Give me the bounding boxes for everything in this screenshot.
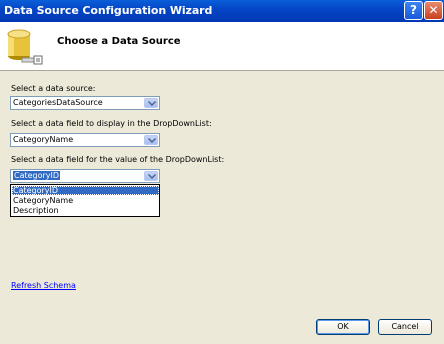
- chevron-down-icon[interactable]: [144, 98, 158, 108]
- value-field-value: CategoryID: [13, 171, 61, 180]
- database-icon: [7, 29, 43, 65]
- dropdown-option[interactable]: Description: [12, 206, 159, 215]
- datasource-label: Select a data source:: [11, 84, 96, 93]
- refresh-schema-link[interactable]: Refresh Schema: [11, 281, 76, 290]
- dropdown-option[interactable]: CategoryID: [12, 186, 159, 195]
- chevron-down-icon[interactable]: [144, 171, 158, 181]
- dropdown-option[interactable]: CategoryName: [12, 196, 159, 205]
- display-field-label: Select a data field to display in the Dr…: [11, 119, 212, 128]
- title-bar: Data Source Configuration Wizard ? ✕: [0, 0, 444, 22]
- wizard-header: Choose a Data Source: [0, 22, 444, 71]
- datasource-value: CategoriesDataSource: [13, 98, 103, 107]
- value-field-select[interactable]: CategoryID: [10, 169, 160, 183]
- cancel-button[interactable]: Cancel: [378, 319, 432, 335]
- help-button[interactable]: ?: [404, 1, 423, 20]
- display-field-value: CategoryName: [13, 135, 74, 144]
- page-heading: Choose a Data Source: [57, 36, 181, 47]
- value-field-dropdown-list: CategoryID CategoryName Description: [10, 184, 160, 217]
- ok-button[interactable]: OK: [316, 319, 370, 335]
- chevron-down-icon[interactable]: [144, 135, 158, 145]
- wizard-body: Select a data source: CategoriesDataSour…: [0, 71, 444, 344]
- window-title: Data Source Configuration Wizard: [4, 4, 213, 17]
- close-button[interactable]: ✕: [424, 1, 443, 20]
- display-field-select[interactable]: CategoryName: [10, 133, 160, 147]
- datasource-select[interactable]: CategoriesDataSource: [10, 96, 160, 110]
- value-field-label: Select a data field for the value of the…: [11, 155, 225, 164]
